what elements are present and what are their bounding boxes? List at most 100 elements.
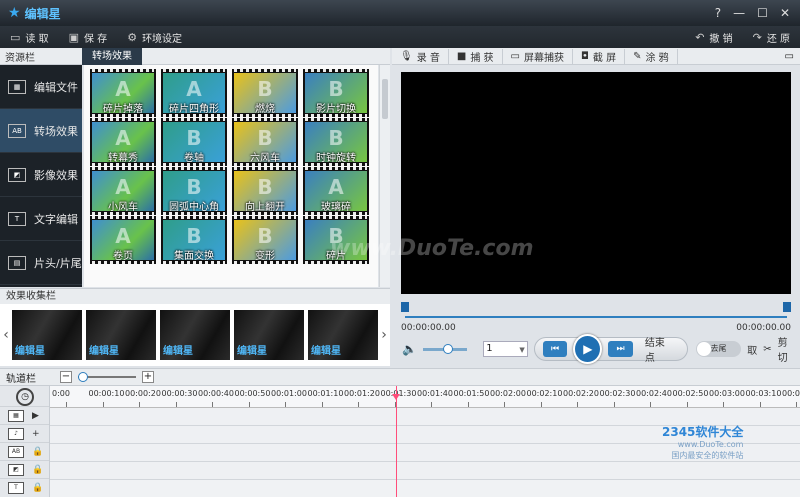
chevron-right-icon[interactable]: › [378, 327, 390, 343]
collection-item[interactable]: 编辑星 [308, 310, 378, 360]
sidebar-item-titles[interactable]: ▤ 片头/片尾 [0, 241, 82, 285]
effect-thumbnail[interactable]: B 影片切换 [303, 69, 369, 117]
chevron-left-icon[interactable]: ‹ [0, 327, 12, 343]
effect-thumbnail[interactable]: A 碎片四角形 [161, 69, 227, 117]
ruler-tick [66, 402, 67, 407]
ab-icon: AB [8, 123, 26, 138]
zoom-slider[interactable] [78, 372, 136, 382]
cut-button[interactable]: 剪 切 [778, 334, 800, 364]
app-logo: ★ 编辑星 [0, 5, 61, 22]
add-track-icon[interactable]: + [32, 429, 40, 439]
effect-label: 玻璃碎 [321, 202, 351, 213]
volume-icon[interactable]: 🔈 [402, 342, 417, 356]
ruler-label: 00:02:00 [490, 389, 526, 398]
ruler-tick [613, 402, 615, 407]
lock-icon[interactable]: 🔒 [32, 483, 43, 493]
lock-icon[interactable]: 🔒 [32, 465, 43, 475]
volume-slider[interactable] [422, 343, 468, 354]
collection-item[interactable]: 编辑星 [86, 310, 156, 360]
effect-thumbnail[interactable]: A 卷页 [90, 216, 156, 264]
playhead[interactable] [392, 386, 400, 497]
maximize-preview-icon[interactable]: ▭ [785, 51, 800, 62]
help-button[interactable]: ? [715, 6, 721, 20]
seek-bar[interactable]: 00:00:00.00 00:00:00.00 [401, 302, 791, 333]
ruler-tick [467, 402, 469, 407]
effect-thumbnail[interactable]: B 圆弧中心角 [161, 167, 227, 215]
ruler-label: 00:02:40 [636, 389, 672, 398]
undo-label: 撤 销 [709, 33, 733, 45]
prev-button[interactable]: ⏮ [542, 341, 568, 357]
effect-label: 影片切换 [316, 104, 356, 115]
effect-thumbnail[interactable]: A 转幕秀 [90, 118, 156, 166]
close-button[interactable]: ✕ [780, 6, 790, 20]
zoom-out-button[interactable]: − [60, 371, 72, 383]
settings-button[interactable]: ⚙ 环境设定 [117, 26, 192, 48]
open-button[interactable]: ▭ 读 取 [0, 26, 59, 48]
floppy-icon: ▣ [68, 30, 79, 44]
tab-transitions[interactable]: 转场效果 [82, 47, 142, 65]
effect-thumbnail[interactable]: B 变形 [232, 216, 298, 264]
sidebar-item-edit-file[interactable]: ▦ 编辑文件 [0, 65, 82, 109]
end-marker[interactable] [783, 302, 791, 312]
redo-button[interactable]: ↷ 还 原 [743, 26, 800, 48]
resource-panel-header: 资源栏 转场效果 [0, 47, 390, 65]
zoom-knob[interactable] [78, 372, 88, 382]
play-track-icon[interactable]: ▶ [32, 411, 39, 421]
effect-thumbnail[interactable]: B 集面交换 [161, 216, 227, 264]
timeline-lane[interactable] [50, 462, 800, 480]
undo-button[interactable]: ↶ 撤 销 [685, 26, 742, 48]
seek-track[interactable] [405, 316, 787, 318]
collection-item[interactable]: 编辑星 [234, 310, 304, 360]
end-point-button[interactable]: 结束点 [639, 334, 680, 364]
effect-thumbnail[interactable]: B 时钟旋转 [303, 118, 369, 166]
minimize-button[interactable]: — [733, 6, 745, 20]
effect-thumbnail[interactable]: B 六风车 [232, 118, 298, 166]
record-label: 录 音 [416, 52, 440, 64]
screen-capture-button[interactable]: ▭ 屏幕捕获 [503, 48, 573, 64]
effect-thumbnail[interactable]: A 小风车 [90, 167, 156, 215]
transition-track-row: AB 🔒 [0, 442, 49, 460]
sidebar-item-text-edit[interactable]: T 文字编辑 [0, 197, 82, 241]
collection-item[interactable]: 编辑星 [160, 310, 230, 360]
capture-button[interactable]: ■ 捕 获 [449, 48, 503, 64]
ruler-tick [723, 402, 724, 407]
sidebar-item-image-effects[interactable]: ◩ 影像效果 [0, 153, 82, 197]
ruler-label: 00:00:20 [125, 389, 161, 398]
timeline-ruler[interactable]: 0:00 00:00:10 00:00:20 00:00:30 00:00:40 00:0… [50, 386, 800, 408]
time-start: 00:00:00.00 [401, 323, 456, 333]
effect-label: 圆弧中心角 [169, 202, 219, 213]
effect-thumbnail[interactable]: B 卷轴 [161, 118, 227, 166]
effect-thumbnail[interactable]: A 碎片掉落 [90, 69, 156, 117]
next-button[interactable]: ⏭ [608, 341, 633, 357]
trim-toggle[interactable]: 去尾 [696, 341, 742, 357]
effect-thumbnail[interactable]: A 玻璃碎 [303, 167, 369, 215]
ruler-tick [248, 402, 250, 407]
scrollbar-thumb[interactable] [382, 79, 388, 119]
effect-label: 卷轴 [184, 153, 204, 164]
effect-thumbnail[interactable]: B 向上翻开 [232, 167, 298, 215]
timeline-lane[interactable] [50, 408, 800, 426]
sidebar-item-transitions[interactable]: AB 转场效果 [0, 109, 82, 153]
split-button[interactable]: 取 [747, 342, 757, 357]
timeline-track-icons: ◷ ▦ ▶ ♪ + AB 🔒 ◩ 🔒 T 🔒 [0, 386, 50, 497]
snapshot-button[interactable]: ◘ 截 屏 [573, 48, 626, 64]
effect-thumbnail[interactable]: B 燃烧 [232, 69, 298, 117]
ruler-label: 00:02:20 [563, 389, 599, 398]
collection-item[interactable]: 编辑星 [12, 310, 82, 360]
record-button[interactable]: 🎙 录 音 [392, 48, 449, 64]
save-button[interactable]: ▣ 保 存 [59, 26, 118, 48]
volume-knob[interactable] [442, 343, 453, 354]
lock-icon[interactable]: 🔒 [32, 447, 43, 457]
zoom-in-button[interactable]: + [142, 371, 154, 383]
draw-button[interactable]: ✎ 涂 鸦 [625, 48, 678, 64]
ruler-label: 00:02:50 [672, 389, 709, 398]
sidebar-item-label: 转场效果 [34, 124, 78, 138]
settings-label: 环境设定 [142, 33, 183, 45]
play-button[interactable]: ▶ [573, 334, 603, 364]
start-marker[interactable] [401, 302, 409, 312]
ruler-tick [102, 402, 104, 407]
speed-select[interactable]: 1 [483, 341, 528, 357]
maximize-button[interactable]: ☐ [757, 6, 768, 20]
film-icon: ▦ [8, 409, 24, 422]
ruler-tick [504, 402, 505, 407]
